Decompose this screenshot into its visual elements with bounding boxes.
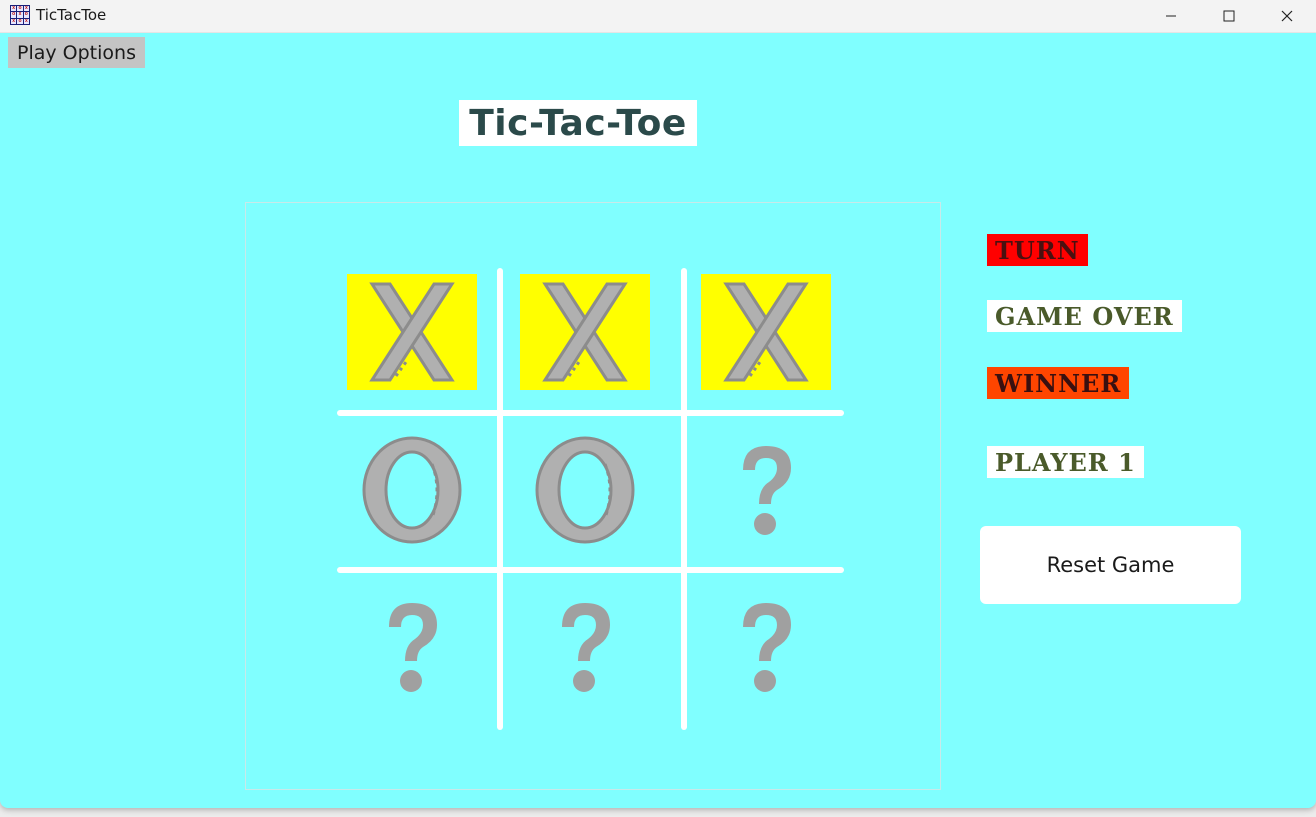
- grid-line-horizontal-2: [337, 567, 844, 573]
- question-mark-icon: [743, 446, 791, 535]
- game-over-badge: GAME OVER: [987, 300, 1182, 332]
- maximize-button[interactable]: [1200, 0, 1258, 32]
- board-cell-0-1[interactable]: [520, 274, 650, 390]
- play-options-menu[interactable]: Play Options: [8, 37, 145, 68]
- grid-line-vertical-2: [681, 268, 687, 730]
- x-mark-icon: [542, 282, 628, 382]
- tictactoe-app-icon: xox oxo xox: [10, 5, 30, 25]
- board-cell-2-2[interactable]: [701, 589, 831, 705]
- x-mark-icon: [723, 282, 809, 382]
- board-cell-1-2[interactable]: [701, 432, 831, 548]
- question-mark-icon: [562, 603, 610, 692]
- game-title: Tic-Tac-Toe: [459, 100, 697, 146]
- maximize-icon: [1223, 10, 1235, 22]
- board-cell-0-0[interactable]: [347, 274, 477, 390]
- minimize-button[interactable]: [1142, 0, 1200, 32]
- minimize-icon: [1166, 15, 1176, 17]
- grid-line-horizontal-1: [337, 410, 844, 416]
- o-mark-icon: [535, 436, 635, 544]
- winner-badge: WINNER: [987, 367, 1130, 399]
- board-cell-0-2[interactable]: [701, 274, 831, 390]
- close-icon: [1281, 10, 1293, 22]
- grid-line-vertical-1: [497, 268, 503, 730]
- o-mark-icon: [362, 436, 462, 544]
- x-mark-icon: [369, 282, 455, 382]
- title-bar: xox oxo xox TicTacToe: [0, 0, 1316, 33]
- player-label: PLAYER 1: [987, 446, 1144, 478]
- question-mark-icon: [389, 603, 437, 692]
- turn-badge: TURN: [987, 234, 1088, 266]
- question-mark-icon: [743, 603, 791, 692]
- app-window: xox oxo xox TicTacToe Play Options Tic-T…: [0, 0, 1316, 808]
- reset-game-button[interactable]: Reset Game: [980, 526, 1241, 604]
- board-cell-1-0[interactable]: [347, 432, 477, 548]
- board-cell-2-1[interactable]: [520, 589, 650, 705]
- window-title: TicTacToe: [36, 6, 107, 24]
- close-button[interactable]: [1258, 0, 1316, 32]
- board-cell-1-1[interactable]: [520, 432, 650, 548]
- board-cell-2-0[interactable]: [347, 589, 477, 705]
